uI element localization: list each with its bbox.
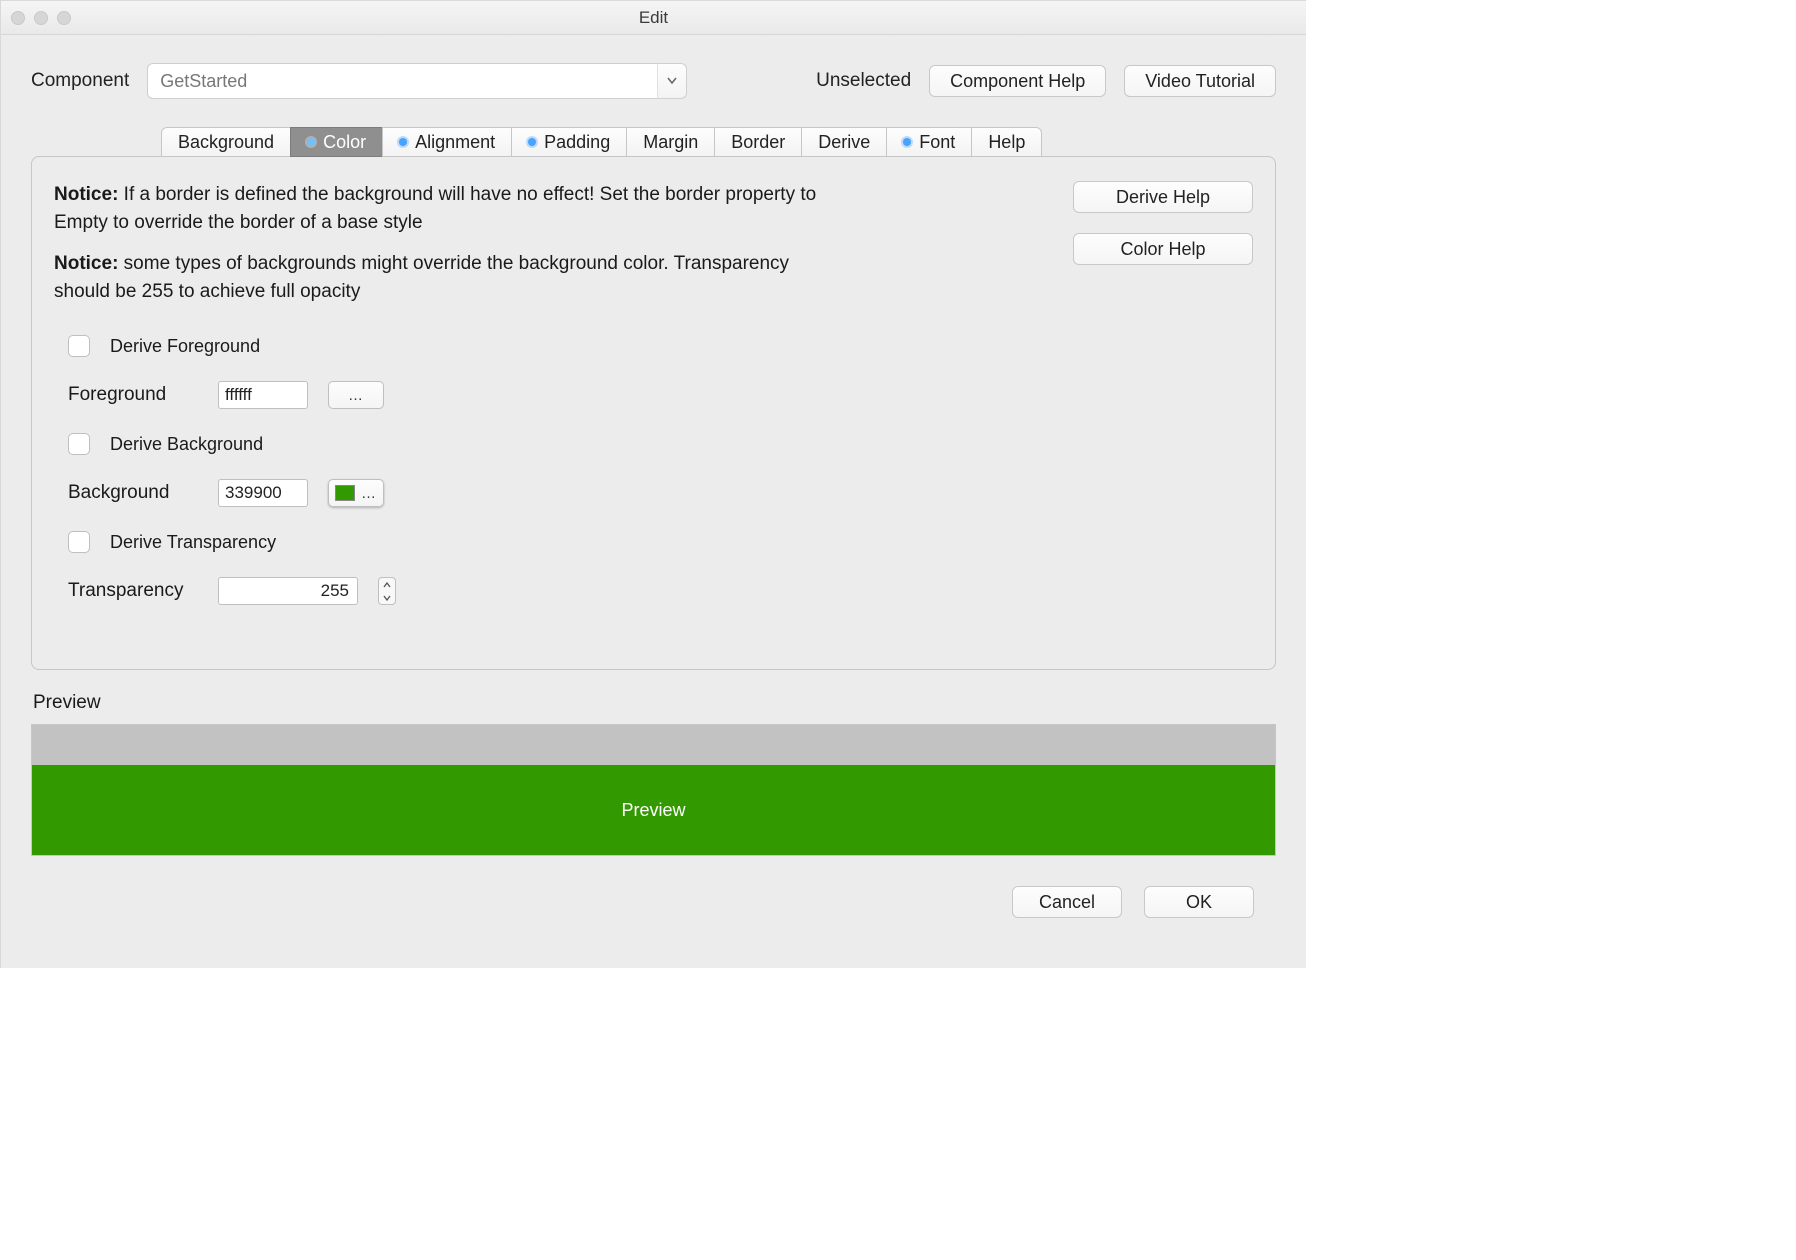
modified-dot-icon xyxy=(307,138,315,146)
top-row: Component Unselected Component Help Vide… xyxy=(31,63,1276,99)
color-help-button[interactable]: Color Help xyxy=(1073,233,1253,265)
color-form: Derive Foreground Foreground … Derive Ba… xyxy=(54,335,1253,605)
derive-transparency-label: Derive Transparency xyxy=(110,532,276,553)
transparency-stepper[interactable] xyxy=(378,577,396,605)
tab-label: Color xyxy=(323,132,366,153)
ok-button[interactable]: OK xyxy=(1144,886,1254,918)
preview-body-text: Preview xyxy=(621,800,685,821)
content-area: Component Unselected Component Help Vide… xyxy=(1,35,1306,968)
dialog-footer: Cancel OK xyxy=(31,856,1276,938)
modified-dot-icon xyxy=(528,138,536,146)
ellipsis-icon: … xyxy=(361,485,377,502)
tab-derive[interactable]: Derive xyxy=(801,127,886,157)
component-dropdown-button[interactable] xyxy=(657,63,687,99)
tab-padding[interactable]: Padding xyxy=(511,127,626,157)
component-combobox[interactable] xyxy=(147,63,687,99)
derive-background-label: Derive Background xyxy=(110,434,263,455)
unselected-label: Unselected xyxy=(816,70,911,92)
video-tutorial-button[interactable]: Video Tutorial xyxy=(1124,65,1276,97)
close-icon[interactable] xyxy=(11,11,25,25)
tab-label: Border xyxy=(731,132,785,153)
derive-foreground-label: Derive Foreground xyxy=(110,336,260,357)
modified-dot-icon xyxy=(903,138,911,146)
component-help-button[interactable]: Component Help xyxy=(929,65,1106,97)
component-input[interactable] xyxy=(147,63,657,99)
tab-background[interactable]: Background xyxy=(161,127,290,157)
tab-alignment[interactable]: Alignment xyxy=(382,127,511,157)
traffic-lights xyxy=(11,11,71,25)
ellipsis-icon: … xyxy=(348,387,364,404)
tab-color[interactable]: Color xyxy=(290,127,382,157)
preview-box: Preview xyxy=(31,724,1276,856)
color-panel: Notice: If a border is defined the backg… xyxy=(31,156,1276,670)
minimize-icon[interactable] xyxy=(34,11,48,25)
chevron-up-icon xyxy=(383,582,391,588)
chevron-down-icon xyxy=(383,595,391,601)
background-field[interactable] xyxy=(218,479,308,507)
background-color-picker-button[interactable]: … xyxy=(328,479,384,507)
tab-label: Help xyxy=(988,132,1025,153)
transparency-step-up[interactable] xyxy=(379,578,395,591)
modified-dot-icon xyxy=(399,138,407,146)
preview-label: Preview xyxy=(33,692,1276,714)
tab-label: Margin xyxy=(643,132,698,153)
zoom-icon[interactable] xyxy=(57,11,71,25)
notice-1-text: If a border is defined the background wi… xyxy=(54,184,816,233)
component-label: Component xyxy=(31,70,129,92)
tab-help[interactable]: Help xyxy=(971,127,1042,157)
derive-foreground-checkbox[interactable] xyxy=(68,335,90,357)
background-label: Background xyxy=(68,482,198,504)
tab-label: Alignment xyxy=(415,132,495,153)
derive-transparency-checkbox[interactable] xyxy=(68,531,90,553)
background-swatch xyxy=(335,485,355,501)
tab-margin[interactable]: Margin xyxy=(626,127,714,157)
transparency-label: Transparency xyxy=(68,580,198,602)
notice-2-prefix: Notice: xyxy=(54,253,118,274)
notice-2-text: some types of backgrounds might override… xyxy=(54,253,789,302)
preview-header xyxy=(32,725,1275,765)
transparency-field[interactable] xyxy=(218,577,358,605)
derive-help-button[interactable]: Derive Help xyxy=(1073,181,1253,213)
titlebar: Edit xyxy=(1,1,1306,35)
tab-border[interactable]: Border xyxy=(714,127,801,157)
foreground-field[interactable] xyxy=(218,381,308,409)
cancel-button[interactable]: Cancel xyxy=(1012,886,1122,918)
edit-window: Edit Component Unselected Component Help… xyxy=(0,0,1306,968)
window-title: Edit xyxy=(1,8,1306,28)
derive-background-checkbox[interactable] xyxy=(68,433,90,455)
tab-label: Padding xyxy=(544,132,610,153)
foreground-color-picker-button[interactable]: … xyxy=(328,381,384,409)
preview-body: Preview xyxy=(32,765,1275,855)
tab-label: Font xyxy=(919,132,955,153)
tabbar: Background Color Alignment Padding Margin Bor… xyxy=(161,127,1276,156)
tab-label: Derive xyxy=(818,132,870,153)
transparency-step-down[interactable] xyxy=(379,591,395,604)
tabs-wrap: Background Color Alignment Padding Margin Bor… xyxy=(31,127,1276,670)
notice-1: Notice: If a border is defined the backg… xyxy=(54,181,834,236)
notice-1-prefix: Notice: xyxy=(54,184,118,205)
chevron-down-icon xyxy=(667,77,677,85)
tab-font[interactable]: Font xyxy=(886,127,971,157)
foreground-label: Foreground xyxy=(68,384,198,406)
tab-label: Background xyxy=(178,132,274,153)
notice-2: Notice: some types of backgrounds might … xyxy=(54,250,834,305)
